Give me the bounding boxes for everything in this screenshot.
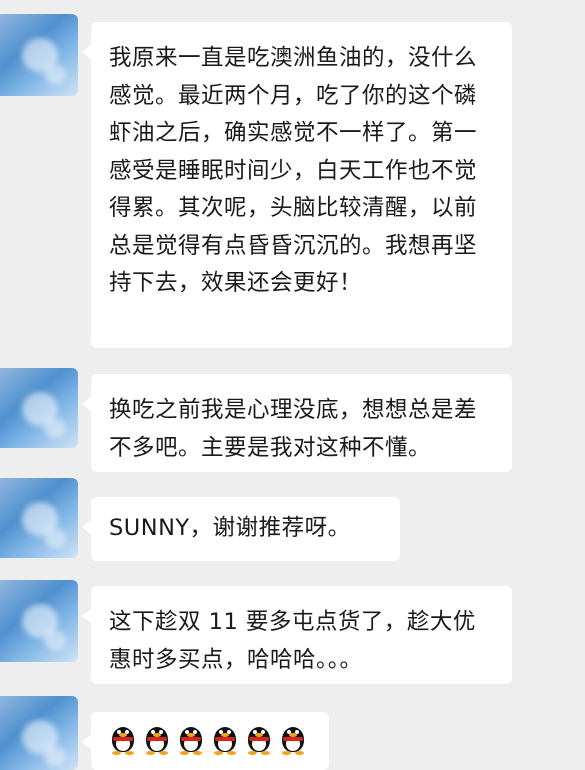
message-text: 换吃之前我是心理没底，想想总是差不多吧。主要是我对这种不懂。 (109, 397, 478, 461)
sender-avatar[interactable] (0, 14, 78, 96)
message-bubble[interactable]: 这下趁双 11 要多屯点货了，趁大优惠时多买点，哈哈哈。。。 (82, 586, 512, 684)
sender-avatar[interactable] (0, 696, 78, 770)
emoji-row (109, 726, 313, 756)
message-text: SUNNY，谢谢推荐呀。 (109, 515, 351, 541)
sender-avatar[interactable] (0, 478, 78, 558)
sender-avatar[interactable] (0, 580, 78, 662)
message-bubble[interactable]: 我原来一直是吃澳洲鱼油的，没什么感觉。最近两个月，吃了你的这个磷虾油之后，确实感… (82, 22, 512, 348)
message-bubble[interactable]: SUNNY，谢谢推荐呀。 (82, 497, 400, 561)
message-bubble[interactable]: 换吃之前我是心理没底，想想总是差不多吧。主要是我对这种不懂。 (82, 374, 512, 472)
message-text: 这下趁双 11 要多屯点货了，趁大优惠时多买点，哈哈哈。。。 (109, 609, 476, 673)
message-text: 我原来一直是吃澳洲鱼油的，没什么感觉。最近两个月，吃了你的这个磷虾油之后，确实感… (109, 45, 478, 296)
penguin-emoji-icon (177, 726, 205, 756)
penguin-emoji-icon (143, 726, 171, 756)
message-bubble[interactable] (82, 712, 329, 770)
chat-view[interactable]: 我原来一直是吃澳洲鱼油的，没什么感觉。最近两个月，吃了你的这个磷虾油之后，确实感… (0, 0, 585, 770)
penguin-emoji-icon (211, 726, 239, 756)
penguin-emoji-icon (109, 726, 137, 756)
penguin-emoji-icon (245, 726, 273, 756)
sender-avatar[interactable] (0, 368, 78, 448)
penguin-emoji-icon (279, 726, 307, 756)
